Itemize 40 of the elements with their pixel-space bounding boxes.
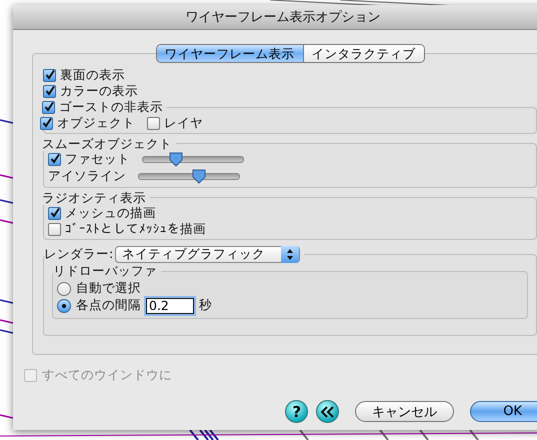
ok-button[interactable]: OK	[470, 401, 537, 422]
tab[interactable]: ワイヤーフレーム表示	[156, 45, 302, 62]
radio-label: 各点の間隔	[76, 297, 141, 314]
checkbox[interactable]	[48, 153, 61, 166]
slider-thumb[interactable]	[192, 169, 206, 184]
checkbox[interactable]	[147, 116, 160, 130]
checkbox-label: メッシュの描画	[65, 204, 156, 222]
cancel-button[interactable]: キャンセル	[355, 401, 454, 422]
checkbox-label: ゴーストの非表示	[59, 98, 163, 116]
checkbox[interactable]	[40, 116, 53, 130]
unit-label: 秒	[199, 297, 212, 314]
checkbox-label: レイヤ	[164, 114, 203, 132]
checkbox-label: すべてのウインドウに	[42, 366, 172, 384]
help-button[interactable]: ?	[285, 400, 308, 423]
checkbox[interactable]	[43, 68, 56, 82]
tab[interactable]: インタラクティブ	[302, 45, 424, 62]
renderer-dropdown[interactable]: ネイティブグラフィック	[115, 246, 300, 263]
checkbox-label: ｺﾞｰｽﾄとしてﾒｯｼｭを描画	[65, 220, 206, 238]
slider-label: ファセット	[65, 151, 130, 168]
group-title: ラジオシティ表示	[42, 190, 146, 205]
back-button[interactable]	[316, 400, 340, 423]
double-chevron-icon	[320, 406, 335, 418]
radio-label: 自動で選択	[76, 280, 141, 297]
group-title: リドローバッファ	[53, 263, 157, 278]
slider-label: アイソライン	[48, 168, 126, 185]
interval-field[interactable]: 0.2	[146, 298, 194, 314]
radio-button[interactable]	[57, 298, 71, 312]
checkbox[interactable]	[48, 206, 61, 220]
checkbox[interactable]	[42, 100, 55, 114]
checkbox-label: オブジェクト	[57, 114, 135, 132]
renderer-label: レンダラー:	[44, 246, 114, 263]
window-title: ワイヤーフレーム表示オプション	[13, 5, 537, 30]
radio-button[interactable]	[57, 282, 71, 296]
slider-thumb[interactable]	[169, 152, 183, 167]
checkbox[interactable]	[43, 84, 56, 98]
updown-arrows-icon	[286, 249, 294, 260]
group-title: スムーズオブジェクト	[42, 136, 172, 151]
checkbox-label: カラーの表示	[60, 82, 138, 100]
checkbox-label: 裏面の表示	[60, 66, 125, 84]
checkbox[interactable]	[48, 222, 61, 236]
